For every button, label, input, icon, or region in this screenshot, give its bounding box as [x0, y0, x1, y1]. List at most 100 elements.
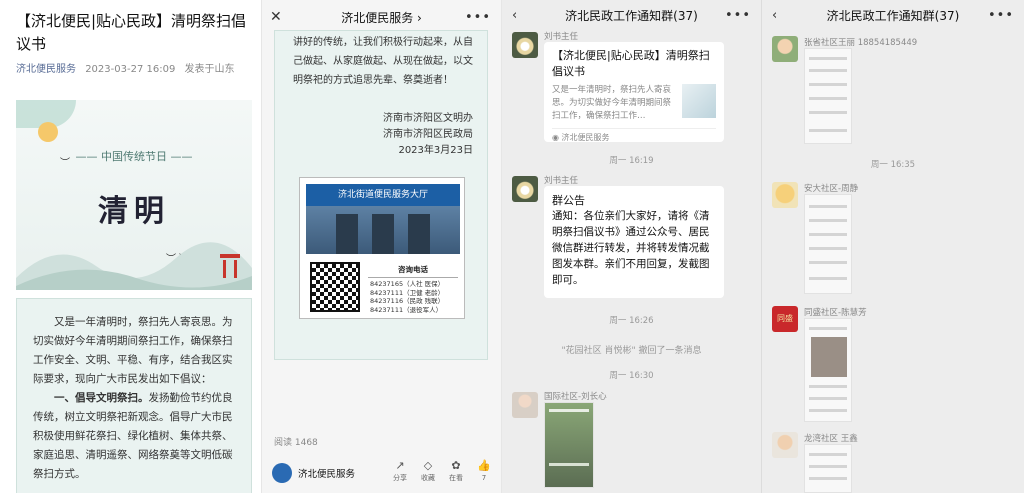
share-button[interactable]: ↗ 分享: [389, 459, 411, 483]
banner-subtitle-text: 中国传统节日: [101, 150, 167, 163]
screenshot-line: [809, 233, 847, 236]
phone-title: 咨询电话: [368, 264, 458, 278]
article-bottom-panel: ✕ 济北便民服务 › ••• 讲好的传统，让我们积极行动起来，从自己做起、从家庭…: [262, 0, 502, 493]
link-card-thumbnail: [682, 84, 716, 118]
service-hall-photo: 济北街道便民服务大厅: [306, 184, 460, 254]
letter-paragraph: 又是一年清明时，祭扫先人寄哀思。为切实做好今年清明期间祭扫工作，确保祭扫工作安全…: [33, 316, 233, 385]
screenshot-line: [809, 453, 847, 456]
screenshot-line: [809, 129, 847, 132]
link-card-source: ◉ 济北便民服务: [552, 128, 716, 143]
article-topbar: ✕ 济北便民服务 › •••: [262, 0, 501, 34]
service-hall-card: 济北街道便民服务大厅 咨询电话 84237165（人社 医保） 84237111…: [299, 177, 465, 319]
publish-time: 2023-03-27 16:09: [85, 64, 176, 75]
letter-heading-text: 一、倡导文明祭扫。: [54, 392, 149, 404]
screenshot-line: [809, 69, 847, 72]
letter-text: 讲好的传统，让我们积极行动起来，从自己做起、从家庭做起、从现在做起，以文明祭祀的…: [293, 37, 473, 86]
avatar[interactable]: [772, 432, 798, 458]
image-content: [549, 409, 589, 412]
sender-name: 张省社区王丽 18854185449: [804, 38, 918, 48]
link-card-message[interactable]: 【济北便民|贴心民政】清明祭扫倡议书 又是一年清明时，祭扫先人寄哀思。为切实做好…: [544, 42, 724, 142]
recall-notice: "花园社区 肖悦彬" 撤回了一条消息: [561, 346, 702, 356]
chat-title: 济北民政工作通知群(37): [565, 8, 698, 23]
screenshot-message[interactable]: [804, 318, 852, 422]
phone-item: 84237116（民政 残联）: [370, 297, 445, 305]
screenshot-line: [809, 397, 847, 400]
door: [372, 214, 394, 254]
screenshot-line: [809, 385, 847, 388]
banner-subtitle: —— 中国传统节日 ——: [75, 150, 193, 163]
account-name[interactable]: 济北便民服务: [298, 466, 355, 480]
avatar[interactable]: [512, 392, 538, 418]
back-icon[interactable]: ‹: [512, 8, 517, 23]
door: [336, 214, 358, 254]
article-panel: 【济北便民|贴心民政】清明祭扫倡议书 济北便民服务 2023-03-27 16:…: [0, 0, 262, 493]
avatar[interactable]: [512, 176, 538, 202]
chat-topbar: ‹ 济北民政工作通知群(37) •••: [502, 0, 761, 30]
sender-name: 同盛社区-陈慧芳: [804, 308, 867, 318]
back-icon[interactable]: ‹: [772, 8, 777, 23]
avatar[interactable]: 同盛: [772, 306, 798, 332]
qr-code[interactable]: [310, 262, 360, 312]
close-icon[interactable]: ✕: [270, 9, 282, 25]
article-title: 【济北便民|贴心民政】清明祭扫倡议书: [16, 12, 247, 53]
screenshot-message[interactable]: [804, 444, 852, 493]
letter-signature: 济南市济阳区文明办 济南市济阳区民政局 2023年3月23日: [383, 111, 473, 159]
like-count: 7: [481, 474, 487, 482]
phone-item: 84237111（退役军人）: [370, 305, 443, 314]
link-card-source-text: 济北便民服务: [561, 133, 610, 142]
screenshot-message[interactable]: [804, 194, 852, 294]
phone-item: 84237165（人社 医保）: [370, 280, 445, 288]
watching-icon: ✿: [451, 459, 461, 472]
phone-list: 84237165（人社 医保） 84237111（卫健 老龄） 84237116…: [370, 280, 444, 314]
sender-name: 安大社区-周静: [804, 184, 859, 194]
screenshot-line: [809, 97, 847, 100]
screenshot-line: [809, 477, 847, 480]
screenshot-message[interactable]: [804, 48, 852, 144]
watching-button[interactable]: ✿ 在看: [445, 459, 467, 483]
screenshot-line: [809, 327, 847, 330]
article-bottombar: 济北便民服务 ↗ 分享 ◇ 收藏 ✿ 在看 👍 7: [262, 453, 501, 493]
screenshot-line: [809, 57, 847, 60]
chat-title: 济北民政工作通知群(37): [826, 8, 960, 23]
chat-topbar: ‹ 济北民政工作通知群(37) •••: [762, 0, 1024, 30]
article-letter: 又是一年清明时，祭扫先人寄哀思。为切实做好今年清明期间祭扫工作，确保祭扫工作安全…: [16, 298, 252, 493]
like-icon: 👍: [477, 459, 491, 472]
more-icon[interactable]: •••: [725, 8, 751, 23]
source-icon: ◉: [552, 133, 562, 142]
screenshot-line: [809, 465, 847, 468]
screenshot-line: [809, 247, 847, 250]
like-button[interactable]: 👍 7: [473, 459, 495, 483]
favorite-button[interactable]: ◇ 收藏: [417, 459, 439, 483]
avatar[interactable]: [772, 182, 798, 208]
screenshot-line: [809, 83, 847, 86]
sun-decoration: [38, 122, 58, 142]
sender-name: 国际社区-刘长心: [544, 392, 607, 402]
publish-location: 发表于山东: [184, 64, 235, 75]
announcement-message[interactable]: 群公告 通知：各位亲们大家好，请将《清明祭扫倡议书》通过公众号、居民微信群进行转…: [544, 186, 724, 298]
screenshot-line: [809, 261, 847, 264]
group-chat-panel: ‹ 济北民政工作通知群(37) ••• 刘书主任 【济北便民|贴心民政】清明祭扫…: [502, 0, 762, 493]
image-message[interactable]: [544, 402, 594, 488]
nav-title[interactable]: 济北便民服务 ›: [341, 9, 422, 26]
more-icon[interactable]: •••: [988, 8, 1014, 23]
qingming-banner: ︶ —— 中国传统节日 —— 清明 ︶ ︶: [16, 100, 252, 290]
group-chat-panel-2: ‹ 济北民政工作通知群(37) ••• 张省社区王丽 18854185449 周…: [762, 0, 1024, 493]
account-link[interactable]: 济北便民服务: [16, 64, 76, 75]
time-separator: 周一 16:26: [609, 316, 654, 326]
avatar[interactable]: [512, 32, 538, 58]
announcement-title: 群公告: [552, 194, 585, 207]
gate-icon: [220, 254, 240, 278]
letter-paragraph-heading: 一、倡导文明祭扫。发扬勤俭节约优良传统，树立文明祭祀新观念。倡导广大市民积极使用…: [33, 389, 239, 484]
screenshot-line: [809, 219, 847, 222]
link-card-title: 【济北便民|贴心民政】清明祭扫倡议书: [552, 49, 710, 78]
account-logo[interactable]: [272, 463, 292, 483]
banner-title: 清明: [98, 194, 170, 229]
read-count: 阅读 1468: [274, 438, 318, 448]
watching-label: 在看: [449, 474, 463, 482]
more-icon[interactable]: •••: [465, 10, 491, 25]
favorite-icon: ◇: [423, 459, 433, 472]
link-card-desc: 又是一年清明时，祭扫先人寄哀思。为切实做好今年清明期间祭扫工作，确保祭扫工作…: [552, 85, 672, 121]
sender-name: 龙湾社区 王鑫: [804, 434, 858, 444]
image-content: [549, 463, 589, 466]
avatar[interactable]: [772, 36, 798, 62]
